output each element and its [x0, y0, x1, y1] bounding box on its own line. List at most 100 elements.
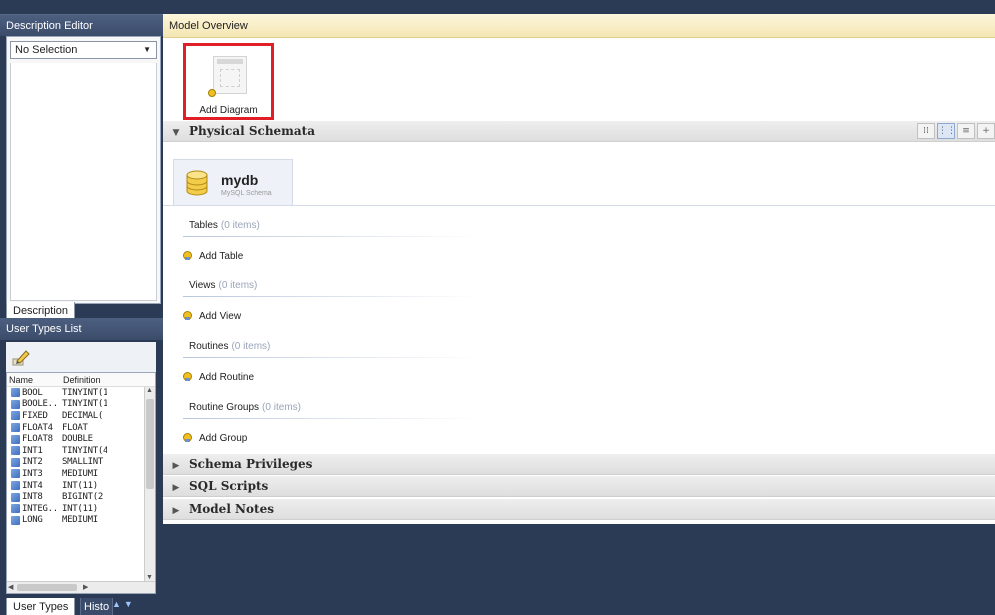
type-definition: INT(11): [62, 480, 98, 491]
list-item[interactable]: INT2 SMALLINT: [7, 457, 155, 469]
list-view-icon[interactable]: ≡: [957, 123, 975, 139]
tab-scroll-arrows: ▲▼: [112, 599, 136, 609]
list-item[interactable]: BOOLE... TINYINT(1: [7, 399, 155, 411]
add-routine-button[interactable]: Add Routine: [183, 371, 254, 385]
list-item[interactable]: FLOAT4 FLOAT: [7, 422, 155, 434]
user-types-toolbar: [6, 342, 156, 372]
schema-name: mydb: [221, 172, 259, 188]
type-definition: FLOAT: [62, 422, 88, 433]
schema-tab-mydb[interactable]: mydb MySQL Schema: [173, 159, 293, 206]
add-plus-icon: [183, 311, 192, 320]
user-type-icon: [11, 423, 20, 433]
list-item[interactable]: INT3 MEDIUMI: [7, 468, 155, 480]
user-type-icon: [11, 515, 20, 525]
schema-subtitle: MySQL Schema: [221, 190, 272, 197]
arrow-down-icon[interactable]: ▼: [124, 599, 136, 609]
user-types-rows: BOOL TINYINT(1 BOOLE... TINYINT(1 FIXED DECIM…: [7, 387, 155, 526]
tab-history[interactable]: Histo: [80, 598, 114, 615]
views-group-title: Views (0 items): [189, 280, 258, 291]
scroll-right-icon[interactable]: ▶: [83, 583, 88, 591]
expand-triangle-icon[interactable]: ▶: [163, 501, 189, 522]
type-name: INT1: [22, 445, 43, 456]
add-group-button[interactable]: Add Group: [183, 432, 247, 446]
user-types-list[interactable]: Name Definition BOOL TINYINT(1 BOOLE... TIN…: [6, 372, 156, 594]
divider: [183, 418, 481, 419]
type-name: FLOAT8: [22, 434, 53, 445]
physical-schemata-title: Physical Schemata: [189, 124, 315, 138]
user-types-title: User Types List: [0, 318, 163, 340]
expand-triangle-icon[interactable]: ▶: [163, 456, 189, 477]
column-header-name[interactable]: Name: [7, 373, 61, 386]
type-name: BOOLE...: [22, 399, 60, 410]
add-table-button[interactable]: Add Table: [183, 250, 243, 264]
large-icons-view-icon[interactable]: ⁞⁞: [917, 123, 935, 139]
list-item[interactable]: INT4 INT(11): [7, 480, 155, 492]
list-item[interactable]: FLOAT8 DOUBLE: [7, 433, 155, 445]
type-name: LONG: [22, 515, 43, 526]
user-type-icon: [11, 388, 20, 398]
list-item[interactable]: FIXED DECIMAL(: [7, 410, 155, 422]
model-notes-header[interactable]: ▶ Model Notes: [163, 499, 995, 520]
user-type-icon: [11, 481, 20, 491]
sql-scripts-header[interactable]: ▶ SQL Scripts: [163, 476, 995, 497]
add-diagram-label: Add Diagram: [199, 105, 258, 116]
add-diagram-button[interactable]: Add Diagram: [183, 43, 274, 120]
horizontal-scrollbar-thumb[interactable]: [17, 584, 77, 591]
list-item[interactable]: BOOL TINYINT(1: [7, 387, 155, 399]
horizontal-scrollbar[interactable]: ◀ ▶: [7, 581, 155, 593]
tables-count: (0 items): [220, 220, 260, 231]
add-plus-icon: [183, 433, 192, 442]
add-plus-icon: [183, 251, 192, 260]
type-definition: DOUBLE: [62, 434, 93, 445]
add-view-button[interactable]: Add View: [183, 310, 241, 324]
view-mode-buttons: ⁞⁞ ⋮⋮⋮ ≡ +: [915, 123, 995, 139]
routine-groups-group-title: Routine Groups (0 items): [189, 402, 301, 413]
tab-user-types[interactable]: User Types: [6, 598, 76, 615]
type-definition: TINYINT(1: [62, 387, 107, 398]
vertical-scrollbar[interactable]: ▲ ▼: [144, 387, 155, 581]
small-icons-view-icon[interactable]: ⋮⋮⋮: [937, 123, 965, 139]
schema-privileges-header[interactable]: ▶ Schema Privileges: [163, 454, 995, 475]
chevron-down-icon: ▼: [143, 45, 151, 54]
tables-group-title: Tables (0 items): [189, 220, 260, 231]
user-type-icon: [11, 457, 20, 467]
user-type-icon: [11, 469, 20, 479]
add-plus-icon: [183, 372, 192, 381]
model-overview-title: Model Overview: [163, 14, 995, 38]
database-icon: [186, 170, 208, 196]
type-name: INTEG...: [22, 503, 60, 514]
type-definition: SMALLINT: [62, 457, 103, 468]
selection-dropdown[interactable]: No Selection ▼: [10, 41, 157, 59]
type-name: INT2: [22, 457, 43, 468]
user-type-icon: [11, 504, 20, 514]
user-type-icon: [11, 434, 20, 444]
user-type-icon: [11, 492, 20, 502]
schema-privileges-title: Schema Privileges: [189, 457, 313, 471]
type-definition: TINYINT(1: [62, 399, 107, 410]
type-definition: DECIMAL(: [62, 410, 103, 421]
model-overview-panel: Model Overview Add Diagram ▼ Physical Sch…: [163, 14, 995, 524]
views-count: (0 items): [218, 280, 258, 291]
physical-schemata-header[interactable]: ▼ Physical Schemata ⁞⁞ ⋮⋮⋮ ≡ +: [163, 121, 995, 142]
pencil-edit-icon[interactable]: [11, 347, 31, 367]
column-header-definition[interactable]: Definition: [61, 373, 131, 386]
empty-workspace: [163, 524, 995, 615]
list-item[interactable]: INTEG... INT(11): [7, 503, 155, 515]
scroll-left-icon[interactable]: ◀: [8, 583, 13, 591]
vertical-scrollbar-thumb[interactable]: [146, 399, 154, 489]
model-notes-title: Model Notes: [189, 502, 274, 516]
scroll-up-icon[interactable]: ▲: [146, 387, 153, 394]
description-textarea[interactable]: [10, 63, 157, 301]
type-definition: MEDIUMI: [62, 468, 98, 479]
list-item[interactable]: LONG MEDIUMI: [7, 515, 155, 527]
add-schema-icon[interactable]: +: [977, 123, 995, 139]
scroll-down-icon[interactable]: ▼: [146, 574, 153, 581]
expand-triangle-icon[interactable]: ▶: [163, 478, 189, 499]
type-definition: INT(11): [62, 503, 98, 514]
list-item[interactable]: INT1 TINYINT(4: [7, 445, 155, 457]
type-name: FLOAT4: [22, 422, 53, 433]
list-item[interactable]: INT8 BIGINT(2: [7, 491, 155, 503]
collapse-triangle-icon[interactable]: ▼: [163, 123, 189, 144]
arrow-up-icon[interactable]: ▲: [112, 599, 124, 609]
type-name: INT8: [22, 492, 43, 503]
